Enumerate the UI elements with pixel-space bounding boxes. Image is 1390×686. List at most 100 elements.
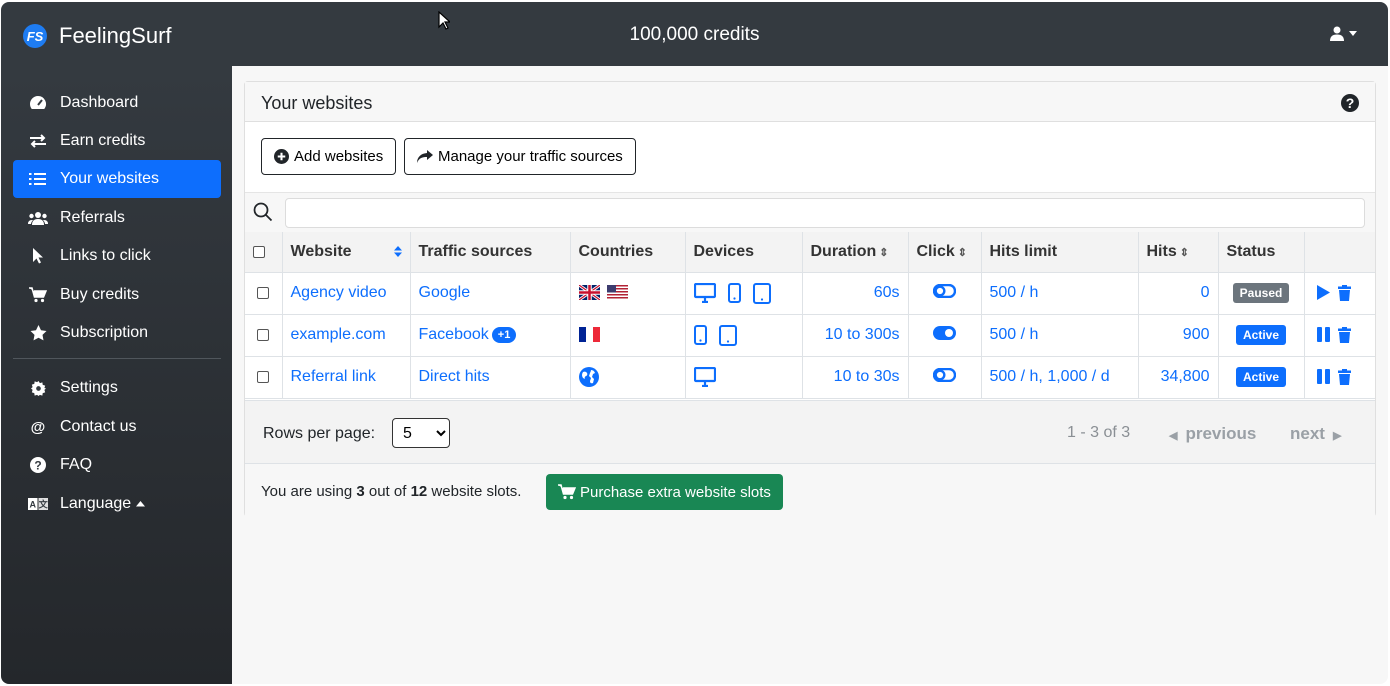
tablet-icon [753,282,772,304]
sidebar-item-subscription[interactable]: Subscription [13,314,221,352]
devices-cell[interactable] [684,355,803,399]
sort-icon: ⇕ [879,246,889,259]
sidebar-item-links-to-click[interactable]: Links to click [13,237,221,275]
col-header-website[interactable]: Website [281,232,411,273]
desktop-icon [693,283,716,303]
websites-card: Your websites ? Add websites Manage your… [244,81,1376,518]
row-checkbox[interactable] [257,370,270,383]
devices-cell[interactable] [684,271,803,315]
pause-icon[interactable] [1316,327,1330,343]
svg-text:?: ? [34,459,41,473]
col-header-click[interactable]: Click ⇕ [907,232,982,273]
sidebar-item-label: Earn credits [60,132,146,149]
hits-limit-value[interactable]: 500 / h [990,284,1039,301]
select-all-cell [245,232,283,273]
exchange-icon [27,132,49,150]
play-icon[interactable] [1316,285,1330,301]
user-icon [1330,26,1344,41]
gear-icon [27,379,49,397]
sidebar-item-label: Buy credits [60,286,140,303]
col-header-hits[interactable]: Hits ⇕ [1137,232,1219,273]
manage-traffic-sources-button[interactable]: Manage your traffic sources [404,138,636,175]
table-row: Referral link Direct hits 10 to 30s 500 … [245,355,1375,399]
row-actions [1303,313,1375,357]
purchase-slots-button[interactable]: Purchase extra website slots [546,474,783,510]
search-input[interactable] [285,198,1365,228]
mobile-icon [727,283,741,303]
question-icon: ? [27,456,49,474]
trash-icon[interactable] [1337,368,1351,385]
sidebar: Dashboard Earn credits Your websites Ref… [1,66,232,684]
add-websites-button[interactable]: Add websites [261,138,397,175]
row-checkbox[interactable] [257,328,270,341]
uk-flag-icon [578,285,600,301]
status-badge: Paused [1232,283,1290,303]
users-icon [27,209,49,227]
extra-sources-badge[interactable]: +1 [491,326,517,343]
sidebar-item-dashboard[interactable]: Dashboard [13,84,221,122]
duration-value[interactable]: 10 to 30s [834,368,900,385]
pause-icon[interactable] [1316,369,1330,385]
website-link[interactable]: Referral link [291,368,376,385]
sidebar-item-label: Language [60,495,132,512]
traffic-source-link[interactable]: Direct hits [419,368,490,385]
sidebar-item-language[interactable]: A文 Language [13,485,221,523]
countries-cell[interactable] [569,271,686,315]
duration-value[interactable]: 10 to 300s [825,326,900,343]
trash-icon[interactable] [1337,284,1351,301]
sidebar-item-your-websites[interactable]: Your websites [13,160,221,198]
row-checkbox[interactable] [257,286,270,299]
website-link[interactable]: example.com [291,326,386,343]
caret-right-icon: ▶ [1332,430,1342,442]
countries-cell[interactable] [569,355,686,399]
sidebar-item-label: Links to click [60,247,151,264]
hits-value[interactable]: 34,800 [1161,368,1210,385]
website-link[interactable]: Agency video [291,284,387,301]
slots-usage-text: You are using 3 out of 12 website slots. [261,483,522,500]
trash-icon[interactable] [1337,326,1351,343]
top-navbar: FS FeelingSurf 100,000 credits [1,2,1388,66]
sidebar-divider [13,358,221,359]
hits-limit-value[interactable]: 500 / h, 1,000 / d [990,368,1110,385]
previous-page-button[interactable]: ◀ previous [1169,424,1256,444]
sort-icon: ⇕ [957,246,967,259]
page-title: Your websites [261,93,373,113]
select-all-checkbox[interactable] [253,245,265,258]
credits-balance: 100,000 credits [629,24,760,45]
status-badge: Active [1235,325,1287,345]
sidebar-item-earn-credits[interactable]: Earn credits [13,122,221,160]
pointer-icon [27,247,49,265]
tablet-icon [718,324,737,346]
click-toggle-on-icon[interactable] [933,325,956,340]
svg-text:文: 文 [38,499,48,510]
row-actions [1303,271,1375,315]
sidebar-item-referrals[interactable]: Referrals [13,199,221,237]
click-toggle-off-icon[interactable] [932,283,957,298]
sidebar-item-buy-credits[interactable]: Buy credits [13,276,221,314]
hits-limit-value[interactable]: 500 / h [990,326,1039,343]
next-page-button[interactable]: next ▶ [1290,424,1341,444]
click-toggle-off-icon[interactable] [932,367,957,382]
svg-text:A: A [29,500,36,510]
row-actions [1303,355,1375,399]
countries-cell[interactable] [569,313,686,357]
user-menu-button[interactable] [1330,26,1358,41]
traffic-source-link[interactable]: Google [419,284,471,301]
sidebar-item-faq[interactable]: ? FAQ [13,446,221,484]
duration-value[interactable]: 60s [874,284,900,301]
sidebar-item-settings[interactable]: Settings [13,369,221,407]
col-header-devices: Devices [684,232,803,273]
traffic-source-link[interactable]: Facebook [419,326,489,343]
help-icon[interactable]: ? [1341,94,1359,112]
sidebar-item-label: Your websites [60,170,160,187]
hits-value[interactable]: 0 [1201,284,1210,301]
rows-per-page-select[interactable]: 5 [392,418,450,448]
cart-icon [27,286,49,304]
hits-value[interactable]: 900 [1183,326,1210,343]
col-header-duration[interactable]: Duration ⇕ [801,232,909,273]
sidebar-item-label: Dashboard [60,94,139,111]
websites-table: Website Traffic sources Countries Device… [245,232,1375,399]
devices-cell[interactable] [684,313,803,357]
sidebar-item-contact-us[interactable]: @ Contact us [13,408,221,446]
sidebar-item-label: Contact us [60,418,137,435]
